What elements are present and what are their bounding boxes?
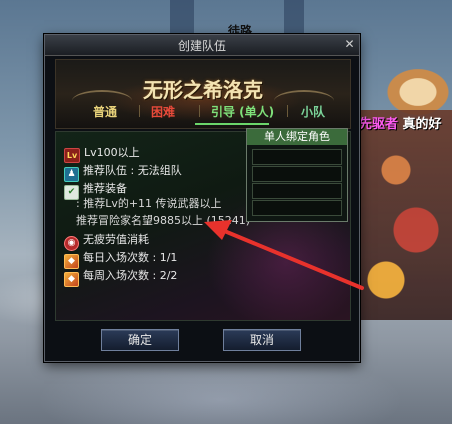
level-icon: Lv (64, 148, 80, 163)
background-fighter (356, 110, 452, 320)
recommend-party: 推荐队伍 : 无法组队 (83, 164, 182, 177)
dungeon-title: 无形之希洛克 (143, 78, 263, 102)
level-requirement-row: Lv Lv100以上 (64, 144, 140, 163)
confirm-button[interactable]: 确定 (101, 329, 179, 351)
solo-bound-character-panel: 单人绑定角色 (246, 128, 348, 222)
side-panel-header: 单人绑定角色 (247, 129, 347, 145)
weekly-entries-row: ◆ 每周入场次数 : 2/2 (64, 267, 178, 287)
weekly-entries: 每周入场次数 : 2/2 (83, 269, 178, 282)
character-slot[interactable] (252, 149, 342, 165)
ally-name-tag: 先驱者 真的好 (359, 113, 442, 132)
tab-guide-solo[interactable]: 引导 (单人) (211, 103, 274, 120)
recommend-equip-row: ✔ 推荐装备 (64, 180, 127, 200)
recommend-equip-detail: : 推荐Lv的+11 传说武器以上 (76, 197, 222, 210)
background-character (378, 62, 452, 116)
daily-entries-row: ◆ 每日入场次数 : 1/1 (64, 249, 178, 269)
recommend-equip-label: 推荐装备 (83, 182, 127, 195)
recommend-party-row: ♟ 推荐队伍 : 无法组队 (64, 162, 182, 182)
daily-entries: 每日入场次数 : 1/1 (83, 251, 178, 264)
dialog-titlebar[interactable]: 创建队伍 ✕ (45, 35, 359, 56)
fatigue-row: ◉ 无疲劳值消耗 (64, 231, 149, 251)
tab-divider (139, 105, 140, 117)
character-slot[interactable] (252, 200, 342, 216)
tab-divider (287, 105, 288, 117)
cancel-button[interactable]: 取消 (223, 329, 301, 351)
difficulty-tabs: 普通 困难 引导 (单人) 小队 (55, 101, 349, 121)
active-tab-indicator (195, 123, 269, 125)
fatigue-info: 无疲劳值消耗 (83, 233, 149, 246)
dialog-title: 创建队伍 (177, 39, 226, 53)
close-icon[interactable]: ✕ (343, 38, 356, 51)
tab-normal[interactable]: 普通 (93, 103, 117, 120)
weekly-entry-icon: ◆ (64, 272, 79, 287)
character-slot[interactable] (252, 166, 342, 182)
recommend-fame: 推荐冒险家名望9885以上 (15241) (76, 214, 251, 227)
tab-divider (199, 105, 200, 117)
level-requirement: Lv100以上 (84, 146, 140, 159)
character-slot[interactable] (252, 183, 342, 199)
ally-name-highlight: 先驱者 (359, 117, 399, 132)
tab-squad[interactable]: 小队 (301, 103, 325, 120)
tab-hard[interactable]: 困难 (151, 103, 175, 120)
ally-name-tail: 真的好 (402, 117, 442, 132)
